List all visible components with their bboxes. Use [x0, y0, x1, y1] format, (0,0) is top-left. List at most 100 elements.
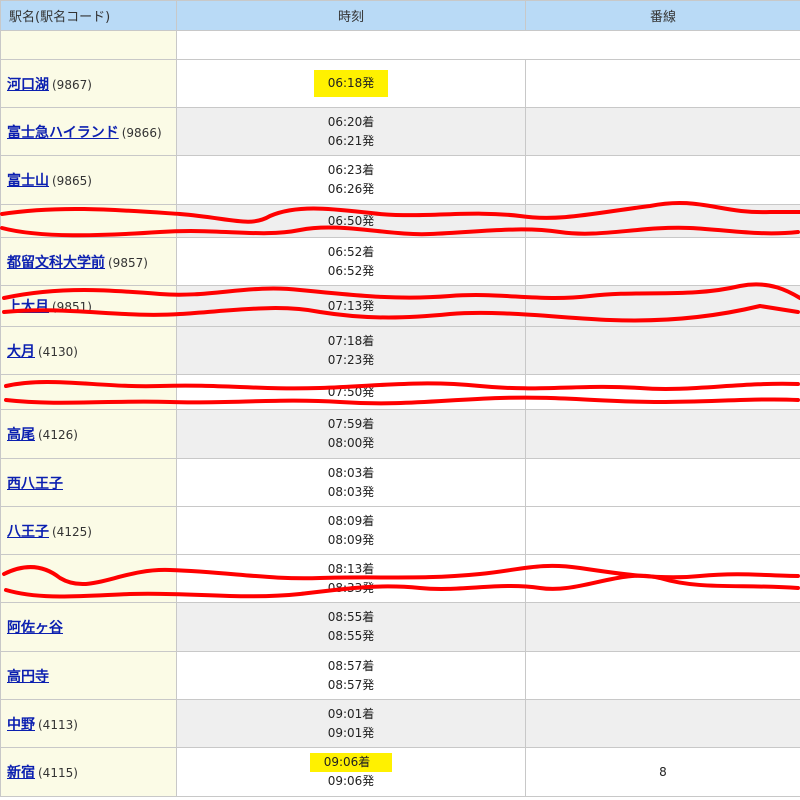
time-highlight: 06:18発: [313, 70, 389, 97]
track-cell: [525, 374, 800, 410]
track-cell: [525, 602, 800, 652]
time-line: 06:52発: [327, 263, 375, 278]
station-cell: 西八王子: [0, 458, 177, 507]
station-cell: 高尾 (4126): [0, 409, 177, 459]
table-row: 都留文科大学前 (9857) 06:52着 06:52発: [0, 237, 800, 286]
station-code: (4115): [38, 766, 78, 780]
time-line: 08:09発: [327, 532, 375, 547]
time-line: 08:00発: [327, 436, 375, 450]
time-line: 08:13着: [327, 561, 375, 576]
track-cell: [525, 506, 800, 555]
station-cell: 富士急ハイランド (9866): [0, 107, 177, 156]
station-code: (4130): [38, 344, 78, 359]
time-line: 06:23着: [327, 163, 375, 177]
time-cell: 07:50発: [176, 374, 526, 410]
station-cell: 河口湖 (9867): [0, 59, 177, 108]
station-cell: 富士山 (9865): [0, 155, 177, 205]
time-line: 08:33発: [327, 580, 375, 595]
time-line: 09:06発: [327, 774, 375, 788]
track-cell: [525, 204, 800, 238]
station-cell: 八王子 (4125): [0, 506, 177, 555]
station-link[interactable]: 西八王子: [7, 476, 63, 492]
time-cell: 09:01着 09:01発: [176, 699, 526, 748]
header-row: 駅名(駅名コード) 時刻 番線: [0, 0, 800, 31]
time-cell: 07:18着 07:23発: [176, 326, 526, 375]
time-cell: 08:09着 08:09発: [176, 506, 526, 555]
station-link[interactable]: 新宿: [7, 765, 35, 781]
time-cell: 08:57着 08:57発: [176, 651, 526, 700]
time-cell: 08:03着 08:03発: [176, 458, 526, 507]
time-line: 08:57発: [327, 677, 375, 692]
track-cell: [525, 107, 800, 156]
header-time: 時刻: [176, 0, 526, 31]
table-row: 八王子 (4125) 08:09着 08:09発: [0, 506, 800, 555]
station-link[interactable]: 高尾: [7, 427, 35, 443]
time-cell: 06:20着 06:21発: [176, 107, 526, 156]
track-cell: [525, 554, 800, 603]
time-highlight: 09:06着: [309, 753, 393, 772]
time-cell: 09:06着 09:06発: [176, 747, 526, 797]
station-link[interactable]: 阿佐ヶ谷: [7, 620, 63, 636]
station-cell: 都留文科大学前 (9857): [0, 237, 177, 286]
track-cell: [525, 59, 800, 108]
table-row: 06:50発: [0, 204, 800, 238]
time-line: 08:03発: [327, 484, 375, 499]
time-line: 06:50発: [327, 213, 375, 228]
station-code: (4126): [38, 428, 78, 442]
time-line: 06:52着: [327, 244, 375, 259]
time-line: 08:55発: [327, 629, 375, 643]
table-row: 08:13着 08:33発: [0, 554, 800, 603]
station-code: (4125): [52, 524, 92, 539]
spacer-cell: [176, 30, 800, 60]
station-cell: [0, 204, 177, 238]
timetable: 駅名(駅名コード) 時刻 番線 河口湖 (9867) 06:18発 富士急ハイラン…: [0, 0, 800, 797]
table-row: 富士急ハイランド (9866) 06:20着 06:21発: [0, 107, 800, 156]
time-line: 06:21発: [327, 133, 375, 148]
track-cell: [525, 409, 800, 459]
time-cell: 06:18発: [176, 59, 526, 108]
table-row: 上大月 (9851) 07:13発: [0, 285, 800, 327]
table-row: 新宿 (4115) 09:06着 09:06発 8: [0, 747, 800, 797]
station-link[interactable]: 中野: [7, 717, 35, 733]
table-row: 河口湖 (9867) 06:18発: [0, 59, 800, 108]
track-cell: [525, 237, 800, 286]
station-code: (9867): [52, 77, 92, 92]
time-cell: 07:59着 08:00発: [176, 409, 526, 459]
station-link[interactable]: 富士急ハイランド: [7, 125, 119, 141]
station-code: (9865): [52, 174, 92, 188]
table-row: 大月 (4130) 07:18着 07:23発: [0, 326, 800, 375]
station-link[interactable]: 富士山: [7, 173, 49, 189]
track-cell: [525, 458, 800, 507]
station-code: (4113): [38, 717, 78, 732]
time-line: 06:18発: [327, 76, 375, 90]
time-line: 08:55着: [327, 610, 375, 624]
track-cell: [525, 651, 800, 700]
station-cell: 大月 (4130): [0, 326, 177, 375]
time-cell: 07:13発: [176, 285, 526, 327]
time-line: 06:26発: [327, 182, 375, 196]
table-row: 富士山 (9865) 06:23着 06:26発: [0, 155, 800, 205]
station-link[interactable]: 大月: [7, 344, 35, 360]
station-link[interactable]: 八王子: [7, 524, 49, 540]
header-station: 駅名(駅名コード): [0, 0, 177, 31]
station-link[interactable]: 河口湖: [7, 77, 49, 93]
table-row: 07:50発: [0, 374, 800, 410]
time-cell: 06:23着 06:26発: [176, 155, 526, 205]
track-cell: [525, 699, 800, 748]
time-cell: 06:50発: [176, 204, 526, 238]
table-row: 高円寺 08:57着 08:57発: [0, 651, 800, 700]
station-cell: 阿佐ヶ谷: [0, 602, 177, 652]
table-row: 西八王子 08:03着 08:03発: [0, 458, 800, 507]
station-link[interactable]: 上大月: [7, 299, 49, 315]
station-cell: 新宿 (4115): [0, 747, 177, 797]
station-link[interactable]: 高円寺: [7, 669, 49, 685]
time-line: 07:59着: [327, 417, 375, 431]
time-cell: 06:52着 06:52発: [176, 237, 526, 286]
time-line: 08:09着: [327, 513, 375, 528]
time-line: 07:13発: [327, 298, 375, 313]
station-code: (9866): [121, 125, 162, 140]
time-line: 08:57着: [327, 658, 375, 673]
time-line: 07:18着: [327, 333, 375, 348]
header-track: 番線: [525, 0, 800, 31]
station-link[interactable]: 都留文科大学前: [7, 255, 105, 271]
